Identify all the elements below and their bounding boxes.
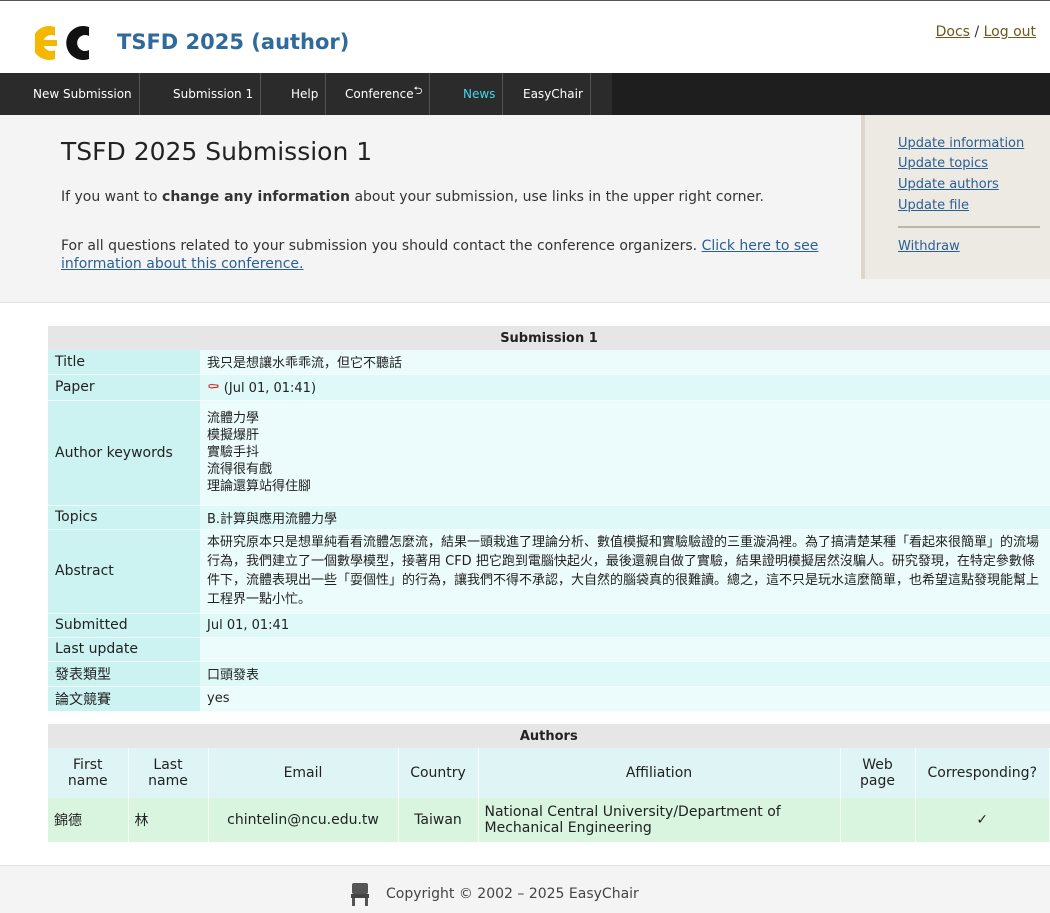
paper-competition-label: 論文競賽 (48, 686, 200, 712)
keyword-item: 理論還算站得住腳 (207, 479, 312, 494)
authors-table-caption: Authors (48, 724, 1050, 748)
page-banner: TSFD 2025 Submission 1 If you want to ch… (0, 115, 1050, 303)
authors-header-first-name: First name (48, 748, 129, 798)
menu-filler (612, 73, 1050, 115)
author-last-name: 林 (128, 798, 209, 842)
author-keywords-value: 流體力學 模擬爆肝 實驗手抖 流得很有戲 理論還算站得住腳 (200, 400, 1050, 506)
menu-new-submission[interactable]: New Submission (26, 73, 140, 115)
info-text-contact: For all questions related to your submis… (61, 237, 836, 273)
page-title: TSFD 2025 Submission 1 (61, 137, 373, 166)
authors-table: Authors First name Last name Email Count… (48, 724, 1050, 842)
topics-label: Topics (48, 505, 200, 530)
return-arrow-icon: ⮌ (413, 84, 423, 97)
topics-value: B.計算與應用流體力學 (200, 505, 1050, 530)
authors-header-last-name: Last name (128, 748, 209, 798)
update-file-link[interactable]: Update file (898, 198, 969, 213)
keyword-item: 流體力學 (207, 411, 260, 426)
author-corresponding: ✓ (915, 798, 1050, 842)
easychair-logo-icon (35, 26, 89, 60)
authors-header-country: Country (398, 748, 479, 798)
menu-help[interactable]: Help (284, 73, 327, 115)
presentation-type-value: 口頭發表 (200, 661, 1050, 687)
keyword-item: 流得很有戲 (207, 462, 273, 477)
paper-value-cell: ⚰ (Jul 01, 01:41) (200, 374, 1050, 401)
copyright-text: Copyright © 2002 – 2025 EasyChair (386, 886, 639, 902)
author-web-page (840, 798, 916, 842)
presentation-type-label: 發表類型 (48, 661, 200, 687)
update-information-link[interactable]: Update information (898, 136, 1024, 151)
keyword-item: 模擬爆肝 (207, 428, 260, 443)
submission-table-caption: Submission 1 (48, 326, 1050, 350)
docs-link[interactable]: Docs (936, 24, 970, 40)
author-first-name: 錦德 (48, 798, 129, 842)
submission-table: Submission 1 Title 我只是想讓水乖乖流，但它不聽話 Paper ⚰… (48, 326, 1050, 712)
author-keywords-label: Author keywords (48, 400, 200, 506)
paper-date-link[interactable]: (Jul 01, 01:41) (224, 381, 316, 396)
submitted-value: Jul 01, 01:41 (200, 613, 1050, 638)
abstract-label: Abstract (48, 529, 200, 614)
update-authors-link[interactable]: Update authors (898, 177, 999, 192)
info-text-part: about your submission, use links in the … (350, 189, 764, 205)
author-email: chintelin@ncu.edu.tw (208, 798, 399, 842)
authors-header-email: Email (208, 748, 399, 798)
menu-news[interactable]: News (456, 73, 504, 115)
update-topics-link[interactable]: Update topics (898, 156, 988, 171)
info-text-change: If you want to change any information ab… (61, 188, 821, 206)
info-text-bold: change any information (162, 189, 351, 205)
title-label: Title (48, 350, 200, 375)
table-row: 錦德 林 chintelin@ncu.edu.tw Taiwan Nationa… (48, 798, 1050, 842)
info-text-part: If you want to (61, 189, 163, 205)
menu-conference-label: Conference (345, 87, 414, 101)
info-text-part: For all questions related to your submis… (61, 238, 702, 254)
top-links: Docs / Log out (936, 24, 1036, 40)
author-affiliation: National Central University/Department o… (478, 798, 841, 842)
authors-header-corresponding: Corresponding? (915, 748, 1050, 798)
menu-easychair[interactable]: EasyChair (516, 73, 591, 115)
pdf-icon[interactable]: ⚰ (207, 378, 220, 396)
submitted-label: Submitted (48, 613, 200, 638)
window-top-edge (0, 0, 1050, 10)
author-country: Taiwan (398, 798, 479, 842)
authors-header-web-page: Web page (840, 748, 916, 798)
paper-label: Paper (48, 374, 200, 401)
app-title: TSFD 2025 (author) (117, 30, 350, 54)
title-value: 我只是想讓水乖乖流，但它不聽話 (200, 350, 1050, 375)
withdraw-link[interactable]: Withdraw (898, 239, 960, 254)
last-update-value (200, 637, 1050, 662)
top-links-separator: / (974, 24, 980, 40)
submission-actions-panel: Update information Update topics Update … (861, 115, 1050, 279)
chair-icon (351, 883, 369, 906)
authors-header-affiliation: Affiliation (478, 748, 841, 798)
logout-link[interactable]: Log out (984, 24, 1036, 40)
menu-conference[interactable]: Conference⮌ (338, 73, 431, 115)
header: TSFD 2025 (author) Docs / Log out (0, 10, 1050, 72)
main-menu: New Submission Submission 1 Help Confere… (0, 73, 1050, 115)
keyword-item: 實驗手抖 (207, 445, 260, 460)
abstract-value: 本研究原本只是想單純看看流體怎麼流，結果一頭栽進了理論分析、數值模擬和實驗驗證的… (200, 529, 1050, 614)
paper-competition-value: yes (200, 686, 1050, 712)
menu-submission-1[interactable]: Submission 1 (166, 73, 262, 115)
footer: Copyright © 2002 – 2025 EasyChair (0, 865, 1050, 913)
last-update-label: Last update (48, 637, 200, 662)
actions-divider (898, 226, 1040, 228)
